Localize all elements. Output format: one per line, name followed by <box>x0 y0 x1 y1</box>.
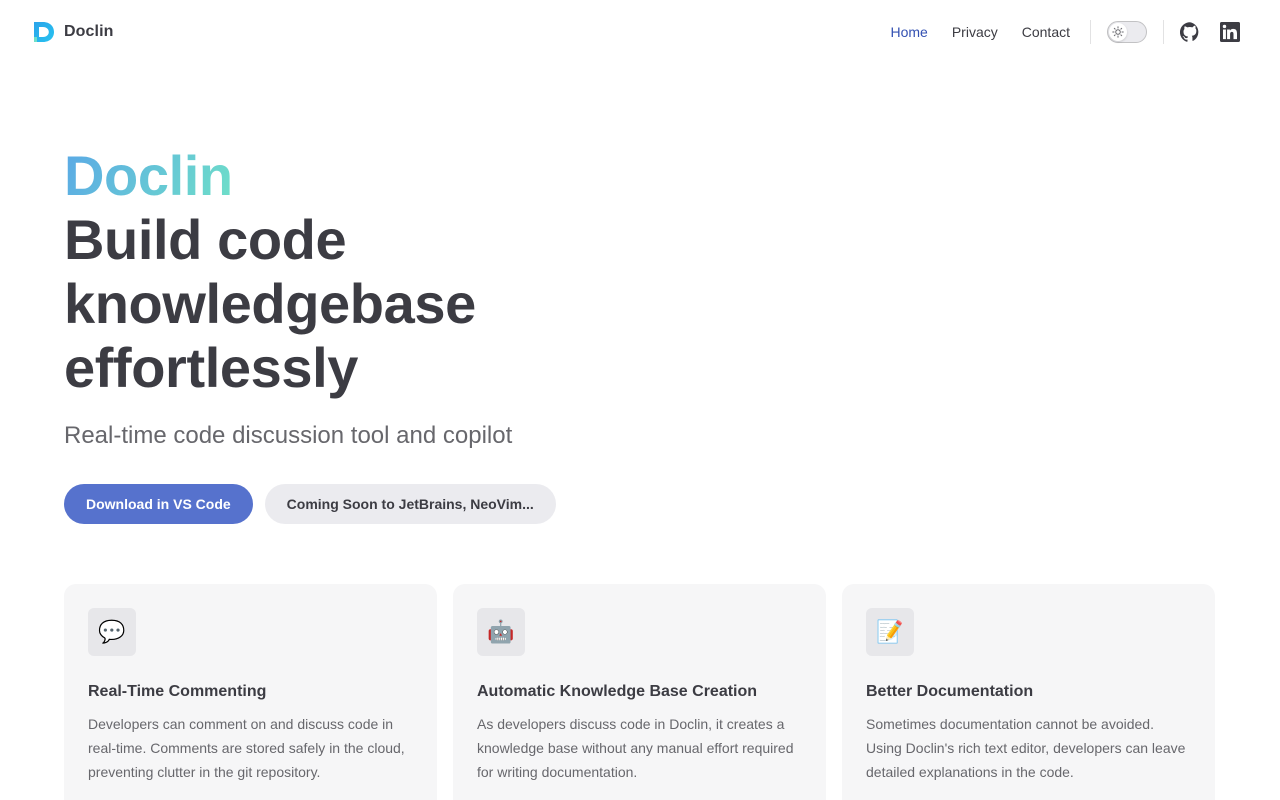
hero-actions: Download in VS Code Coming Soon to JetBr… <box>64 484 764 524</box>
feature-card-commenting: 💬 Real-Time Commenting Developers can co… <box>64 584 437 800</box>
linkedin-link[interactable] <box>1212 14 1248 50</box>
feature-title: Real-Time Commenting <box>88 683 267 700</box>
nav-link-contact[interactable]: Contact <box>1010 0 1082 64</box>
social-links <box>1172 14 1248 50</box>
feature-details: Developers can comment on and discuss co… <box>88 716 405 780</box>
brand-name: Doclin <box>64 23 114 40</box>
top-nav-bar: Doclin Home Privacy Contact <box>0 0 1280 64</box>
memo-icon: 📝 <box>866 608 914 656</box>
feature-card-documentation: 📝 Better Documentation Sometimes documen… <box>842 584 1215 800</box>
linkedin-icon <box>1220 22 1240 42</box>
brand-link[interactable]: Doclin <box>32 20 114 44</box>
hero-name: Doclin <box>64 144 233 207</box>
nav-link-home[interactable]: Home <box>878 0 939 64</box>
theme-toggle[interactable] <box>1107 21 1147 43</box>
speech-bubble-icon: 💬 <box>88 608 136 656</box>
hero-text: Build code knowledgebase effortlessly <box>64 208 476 399</box>
coming-soon-button[interactable]: Coming Soon to JetBrains, NeoVim... <box>264 484 556 524</box>
toggle-knob <box>1109 23 1127 41</box>
main-nav: Home Privacy Contact <box>878 0 1082 64</box>
doclin-logo-icon <box>34 22 54 42</box>
hero-tagline: Real-time code discussion tool and copil… <box>64 422 513 449</box>
feature-details: As developers discuss code in Doclin, it… <box>477 716 794 780</box>
features-section: 💬 Real-Time Commenting Developers can co… <box>64 584 1216 800</box>
feature-title: Better Documentation <box>866 683 1034 700</box>
sun-icon <box>1112 26 1124 38</box>
feature-card-knowledge-base: 🤖 Automatic Knowledge Base Creation As d… <box>453 584 826 800</box>
nav-link-privacy[interactable]: Privacy <box>940 0 1010 64</box>
nav-divider <box>1090 20 1091 44</box>
hero-heading: Doclin Build code knowledgebase effortle… <box>64 144 764 400</box>
github-link[interactable] <box>1172 14 1208 50</box>
hero-section: Doclin Build code knowledgebase effortle… <box>64 144 764 524</box>
github-icon <box>1180 22 1199 42</box>
robot-icon: 🤖 <box>477 608 525 656</box>
feature-title: Automatic Knowledge Base Creation <box>477 683 758 700</box>
nav-divider-social <box>1163 20 1164 44</box>
feature-details: Sometimes documentation cannot be avoide… <box>866 716 1186 780</box>
download-vscode-button[interactable]: Download in VS Code <box>64 484 253 524</box>
